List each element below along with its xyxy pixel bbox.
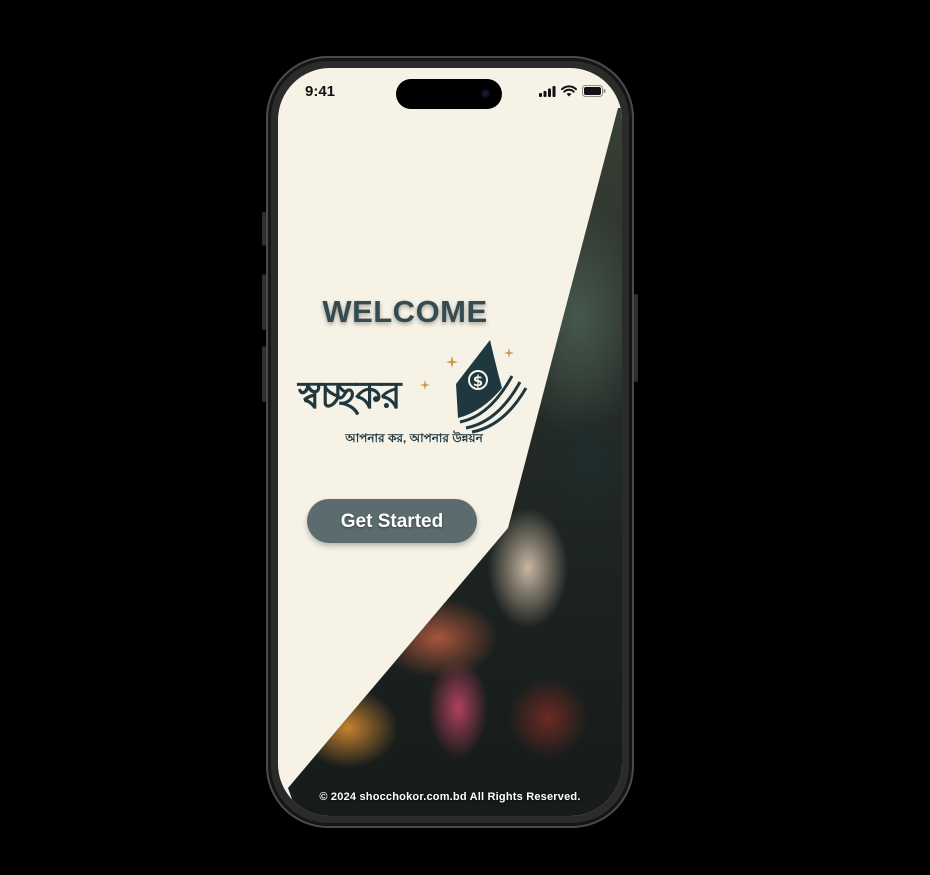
action-button (262, 212, 266, 246)
signal-icon (539, 85, 556, 97)
brand-name: স্বচ্ছকর (298, 373, 402, 417)
dynamic-island (396, 79, 502, 109)
sparkle-icon (504, 348, 514, 358)
sparkle-icon (446, 356, 458, 368)
footer-copyright: © 2024 shocchokor.com.bd All Rights Rese… (319, 791, 581, 803)
volume-down-button (262, 346, 266, 402)
svg-text:$: $ (473, 372, 483, 390)
battery-icon (582, 85, 606, 97)
status-icons (539, 85, 606, 97)
brand-logo: স্বচ্ছকর $ আপনার কর, আপনার উন্নয়ন (298, 336, 530, 446)
app-screen: 9:41 WELCOME স্বচ্ছকর $ আপনার কর, আপনার … (278, 68, 622, 816)
welcome-title: WELCOME (322, 294, 488, 329)
money-stack-icon: $ (456, 340, 528, 434)
camera-icon (481, 89, 490, 98)
phone-frame: 9:41 WELCOME স্বচ্ছকর $ আপনার কর, আপনার … (262, 56, 638, 828)
get-started-button[interactable]: Get Started (307, 499, 477, 543)
power-button (634, 294, 638, 382)
status-time: 9:41 (305, 83, 336, 100)
brand-tagline: আপনার কর, আপনার উন্নয়ন (345, 431, 483, 445)
sparkle-icon (420, 380, 430, 390)
wifi-icon (561, 85, 577, 97)
volume-up-button (262, 274, 266, 330)
